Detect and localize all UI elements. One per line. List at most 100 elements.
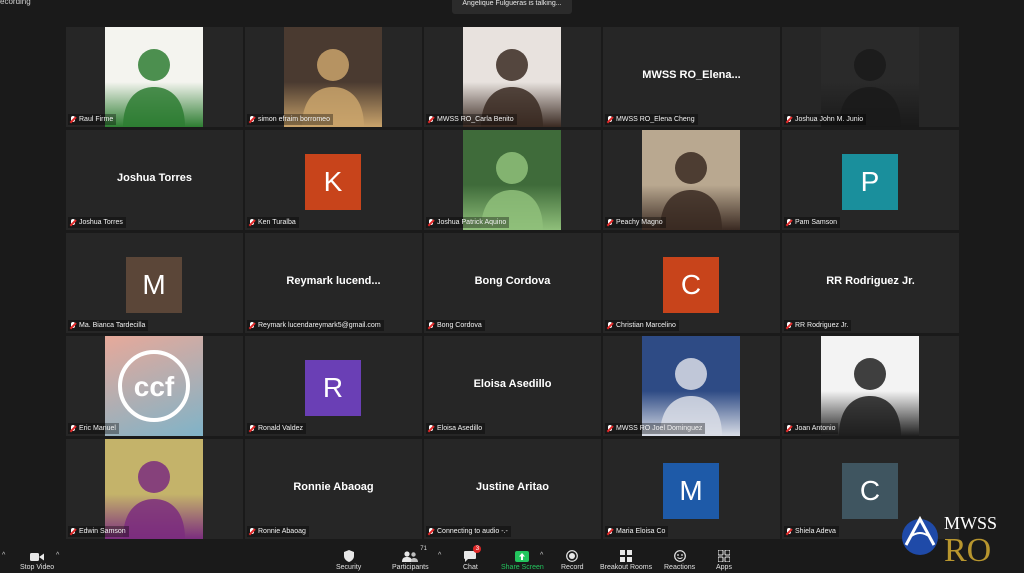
muted-mic-icon bbox=[70, 321, 76, 330]
participant-nameplate: MWSS RO Joel Dominguez bbox=[605, 423, 706, 434]
participant-video bbox=[642, 130, 740, 230]
logo-text-mwss: MWSS bbox=[944, 513, 997, 533]
participant-initial-avatar: C bbox=[663, 257, 719, 313]
participant-nameplate: RR Rodriguez Jr. bbox=[784, 320, 852, 331]
chat-button[interactable]: 3 Chat bbox=[463, 545, 482, 571]
participant-tile[interactable]: Eloisa Asedillo Eloisa Asedillo bbox=[424, 336, 601, 436]
participant-display-name: Reymark lucend... bbox=[286, 275, 381, 287]
participant-name: Ken Turalba bbox=[258, 219, 296, 226]
participant-nameplate: simon efraim borromeo bbox=[247, 114, 333, 125]
participant-tile[interactable]: ccf Eric Manuel bbox=[66, 336, 243, 436]
participant-name: Ronald Valdez bbox=[258, 425, 304, 432]
participant-tile[interactable]: MWSS RO_Elena... MWSS RO_Elena Cheng bbox=[603, 27, 780, 127]
participant-tile[interactable]: Bong Cordova Bong Cordova bbox=[424, 233, 601, 333]
recording-label: ecording bbox=[0, 0, 31, 6]
participant-tile[interactable]: Peachy Magno bbox=[603, 130, 780, 230]
participant-nameplate: Reymark lucendareymark5@gmail.com bbox=[247, 320, 384, 331]
participant-video bbox=[284, 27, 382, 127]
muted-mic-icon bbox=[607, 424, 613, 433]
muted-mic-icon bbox=[428, 527, 434, 536]
participant-nameplate: Joan Antonio bbox=[784, 423, 839, 434]
muted-mic-icon bbox=[786, 218, 792, 227]
share-caret-icon[interactable]: ^ bbox=[540, 552, 543, 559]
participant-tile[interactable]: MWSS RO_Carla Benito bbox=[424, 27, 601, 127]
mwss-ro-logo-graphic: MWSS RO bbox=[902, 513, 997, 569]
participant-name: simon efraim borromeo bbox=[258, 116, 330, 123]
participant-name: Eric Manuel bbox=[79, 425, 116, 432]
participant-name: Ronnie Abaoag bbox=[258, 528, 306, 535]
participant-tile[interactable]: Reymark lucend... Reymark lucendareymark5… bbox=[245, 233, 422, 333]
active-speaker-banner: Angelique Fulgueras is talking... bbox=[452, 0, 572, 14]
muted-mic-icon bbox=[786, 424, 792, 433]
participant-display-name: Ronnie Abaoag bbox=[293, 481, 374, 493]
participant-display-name: Eloisa Asedillo bbox=[473, 378, 552, 390]
participant-nameplate: Eric Manuel bbox=[68, 423, 119, 434]
participant-tile[interactable]: M Ma. Bianca Tardecilla bbox=[66, 233, 243, 333]
participant-initial-avatar: M bbox=[663, 463, 719, 519]
participant-tile[interactable]: simon efraim borromeo bbox=[245, 27, 422, 127]
muted-mic-icon bbox=[607, 218, 613, 227]
muted-mic-icon bbox=[70, 115, 76, 124]
participant-tile[interactable]: C Christian Marcelino bbox=[603, 233, 780, 333]
muted-mic-icon bbox=[607, 321, 613, 330]
reactions-button[interactable]: Reactions bbox=[664, 548, 695, 571]
chat-label: Chat bbox=[463, 564, 478, 571]
record-label: Record bbox=[561, 564, 584, 571]
video-caret-icon[interactable]: ^ bbox=[56, 552, 59, 559]
chat-bubble-icon: 3 bbox=[464, 545, 482, 562]
gallery-grid: Raul Firme simon efraim borromeo MWSS RO_C… bbox=[66, 27, 959, 539]
smiley-icon bbox=[673, 548, 686, 562]
muted-mic-icon bbox=[249, 321, 255, 330]
participant-display-name: MWSS RO_Elena... bbox=[642, 69, 741, 81]
participant-tile[interactable]: Raul Firme bbox=[66, 27, 243, 127]
logo-text-ro: RO bbox=[944, 532, 991, 565]
participant-nameplate: Joshua Patrick Aquino bbox=[426, 217, 510, 228]
muted-mic-icon bbox=[428, 218, 434, 227]
stop-video-label: Stop Video bbox=[20, 564, 55, 571]
muted-mic-icon bbox=[70, 527, 76, 536]
participant-tile[interactable]: Joshua Patrick Aquino bbox=[424, 130, 601, 230]
participants-caret-icon[interactable]: ^ bbox=[438, 552, 441, 559]
participant-name: Joan Antonio bbox=[795, 425, 836, 432]
participant-tile[interactable]: M Maria Eloisa Co bbox=[603, 439, 780, 539]
muted-mic-icon bbox=[428, 115, 434, 124]
participant-name: Maria Eloisa Co bbox=[616, 528, 666, 535]
participant-video bbox=[642, 336, 740, 436]
apps-button[interactable]: Apps bbox=[716, 548, 732, 571]
participant-nameplate: Ronald Valdez bbox=[247, 423, 307, 434]
participant-tile[interactable]: R Ronald Valdez bbox=[245, 336, 422, 436]
apps-icon bbox=[717, 548, 730, 562]
shield-icon bbox=[343, 548, 354, 562]
participant-tile[interactable]: Ronnie Abaoag Ronnie Abaoag bbox=[245, 439, 422, 539]
participant-display-name: RR Rodriguez Jr. bbox=[826, 275, 915, 287]
participant-nameplate: Shiela Adeva bbox=[784, 526, 839, 537]
participant-video bbox=[463, 27, 561, 127]
participant-tile[interactable]: Edwin Samson bbox=[66, 439, 243, 539]
participant-nameplate: Bong Cordova bbox=[426, 320, 485, 331]
record-button[interactable]: Record bbox=[561, 548, 584, 571]
audio-caret-icon[interactable]: ^ bbox=[2, 552, 5, 559]
participant-nameplate: Edwin Samson bbox=[68, 526, 129, 537]
participant-tile[interactable]: P Pam Samson bbox=[782, 130, 959, 230]
participant-nameplate: MWSS RO_Elena Cheng bbox=[605, 114, 698, 125]
participant-tile[interactable]: Joshua John M. Junio bbox=[782, 27, 959, 127]
mwss-ro-logo: MWSS RO bbox=[900, 507, 1016, 569]
participant-display-name: Bong Cordova bbox=[474, 275, 551, 287]
stop-video-button[interactable]: Stop Video bbox=[20, 548, 54, 571]
participants-label: Participants bbox=[392, 564, 429, 571]
participant-tile[interactable]: Justine Aritao Connecting to audio -.- bbox=[424, 439, 601, 539]
participant-nameplate: MWSS RO_Carla Benito bbox=[426, 114, 517, 125]
reactions-label: Reactions bbox=[664, 564, 696, 571]
participant-tile[interactable]: MWSS RO Joel Dominguez bbox=[603, 336, 780, 436]
participants-button[interactable]: 71 Participants bbox=[392, 546, 429, 571]
share-screen-button[interactable]: Share Screen bbox=[501, 548, 544, 571]
participant-tile[interactable]: K Ken Turalba bbox=[245, 130, 422, 230]
participant-tile[interactable]: Joshua Torres Joshua Torres bbox=[66, 130, 243, 230]
participant-name: Joshua John M. Junio bbox=[795, 116, 864, 123]
breakout-rooms-button[interactable]: Breakout Rooms bbox=[600, 548, 652, 571]
participant-tile[interactable]: Joan Antonio bbox=[782, 336, 959, 436]
participant-name: MWSS RO Joel Dominguez bbox=[616, 425, 703, 432]
participant-tile[interactable]: RR Rodriguez Jr. RR Rodriguez Jr. bbox=[782, 233, 959, 333]
security-button[interactable]: Security bbox=[336, 548, 361, 571]
participant-video bbox=[463, 130, 561, 230]
